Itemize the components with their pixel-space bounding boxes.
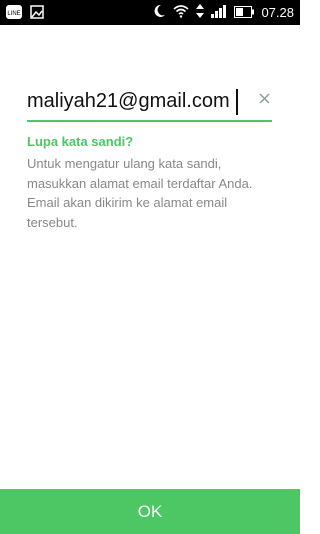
image-icon: [30, 4, 44, 23]
moon-icon: [152, 3, 166, 22]
email-field-value[interactable]: maliyah21@gmail.com: [27, 90, 230, 113]
ok-button[interactable]: OK: [0, 489, 300, 534]
ok-button-label: OK: [137, 501, 163, 521]
instruction-text: Untuk mengatur ulang kata sandi, masukka…: [27, 156, 253, 230]
status-bar: LINE 07.28: [0, 0, 300, 25]
clear-icon[interactable]: [256, 90, 274, 108]
signal-icon: [211, 3, 227, 22]
clock-time: 07.28: [261, 5, 294, 20]
wifi-icon: [173, 3, 189, 22]
email-field[interactable]: maliyah21@gmail.com: [27, 86, 272, 122]
line-app-icon: LINE: [6, 4, 22, 23]
battery-icon: [234, 3, 255, 22]
data-arrows-icon: [196, 3, 205, 22]
svg-text:LINE: LINE: [7, 11, 20, 17]
text-cursor: [236, 89, 238, 115]
forgot-password-title: Lupa kata sandi?: [27, 134, 134, 149]
